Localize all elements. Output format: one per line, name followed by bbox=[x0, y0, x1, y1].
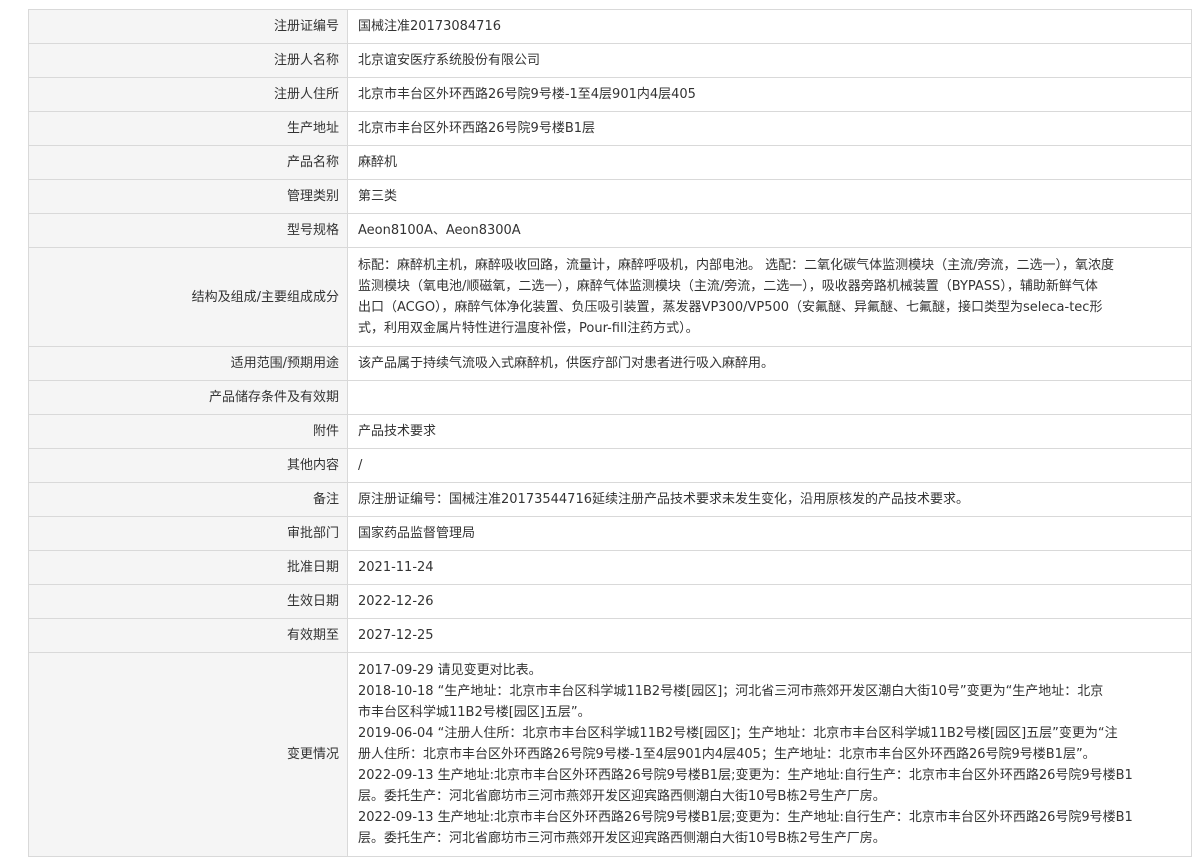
field-value: 该产品属于持续气流吸入式麻醉机，供医疗部门对患者进行吸入麻醉用。 bbox=[347, 346, 1192, 381]
table-row: 生效日期 2022-12-26 bbox=[28, 584, 1192, 619]
registration-detail: 注册证编号 国械注准20173084716 注册人名称 北京谊安医疗系统股份有限公司… bbox=[28, 9, 1192, 857]
table-row: 管理类别 第三类 bbox=[28, 179, 1192, 214]
text-line: 层。委托生产：河北省廊坊市三河市燕郊开发区迎宾路西侧潮白大街10号B栋2号生产厂… bbox=[358, 831, 886, 846]
field-value bbox=[347, 380, 1192, 415]
table-row: 备注 原注册证编号：国械注准20173544716延续注册产品技术要求未发生变化，… bbox=[28, 482, 1192, 517]
registration-table: 注册证编号 国械注准20173084716 注册人名称 北京谊安医疗系统股份有限公司… bbox=[28, 9, 1192, 857]
table-row: 适用范围/预期用途 该产品属于持续气流吸入式麻醉机，供医疗部门对患者进行吸入麻醉用… bbox=[28, 346, 1192, 381]
field-value: / bbox=[347, 448, 1192, 483]
table-row: 附件 产品技术要求 bbox=[28, 414, 1192, 449]
field-value: 北京谊安医疗系统股份有限公司 bbox=[347, 43, 1192, 78]
text-line: 册人住所：北京市丰台区外环西路26号院9号楼-1至4层901内4层405；生产地… bbox=[358, 747, 1096, 762]
table-row: 结构及组成/主要组成成分 标配：麻醉机主机，麻醉吸收回路，流量计，麻醉呼吸机，内… bbox=[28, 247, 1192, 347]
field-label: 附件 bbox=[28, 414, 348, 449]
table-row: 产品名称 麻醉机 bbox=[28, 145, 1192, 180]
text-line: 2017-09-29 请见变更对比表。 bbox=[358, 663, 542, 678]
field-label: 有效期至 bbox=[28, 618, 348, 653]
text-line: 式，利用双金属片特性进行温度补偿，Pour-fill注药方式）。 bbox=[358, 321, 699, 336]
field-label: 生效日期 bbox=[28, 584, 348, 619]
field-value: 北京市丰台区外环西路26号院9号楼-1至4层901内4层405 bbox=[347, 77, 1192, 112]
text-line: 2018-10-18 “生产地址：北京市丰台区科学城11B2号楼[园区]；河北省… bbox=[358, 684, 1104, 699]
field-value: 北京市丰台区外环西路26号院9号楼B1层 bbox=[347, 111, 1192, 146]
field-label: 管理类别 bbox=[28, 179, 348, 214]
field-value: 产品技术要求 bbox=[347, 414, 1192, 449]
table-row: 其他内容 / bbox=[28, 448, 1192, 483]
field-label: 型号规格 bbox=[28, 213, 348, 248]
field-value: 2021-11-24 bbox=[347, 550, 1192, 585]
field-label: 产品储存条件及有效期 bbox=[28, 380, 348, 415]
table-row: 型号规格 Aeon8100A、Aeon8300A bbox=[28, 213, 1192, 248]
field-value: 国械注准20173084716 bbox=[347, 9, 1192, 44]
table-row: 注册人住所 北京市丰台区外环西路26号院9号楼-1至4层901内4层405 bbox=[28, 77, 1192, 112]
table-row: 注册证编号 国械注准20173084716 bbox=[28, 9, 1192, 44]
field-label: 结构及组成/主要组成成分 bbox=[28, 247, 348, 347]
field-value: 麻醉机 bbox=[347, 145, 1192, 180]
text-line: 标配：麻醉机主机，麻醉吸收回路，流量计，麻醉呼吸机，内部电池。 选配：二氧化碳气… bbox=[358, 258, 1115, 273]
table-row: 有效期至 2027-12-25 bbox=[28, 618, 1192, 653]
field-label: 注册人名称 bbox=[28, 43, 348, 78]
field-label: 注册证编号 bbox=[28, 9, 348, 44]
text-line: 监测模块（氧电池/顺磁氧，二选一），麻醉气体监测模块（主流/旁流，二选一），吸收… bbox=[358, 279, 1098, 294]
field-label: 适用范围/预期用途 bbox=[28, 346, 348, 381]
field-value: 2022-12-26 bbox=[347, 584, 1192, 619]
field-value: 2017-09-29 请见变更对比表。 2018-10-18 “生产地址：北京市… bbox=[347, 652, 1192, 857]
field-value: 2027-12-25 bbox=[347, 618, 1192, 653]
field-value: 标配：麻醉机主机，麻醉吸收回路，流量计，麻醉呼吸机，内部电池。 选配：二氧化碳气… bbox=[347, 247, 1192, 347]
table-row: 变更情况 2017-09-29 请见变更对比表。 2018-10-18 “生产地… bbox=[28, 652, 1192, 857]
field-value: 原注册证编号：国械注准20173544716延续注册产品技术要求未发生变化，沿用… bbox=[347, 482, 1192, 517]
table-row: 生产地址 北京市丰台区外环西路26号院9号楼B1层 bbox=[28, 111, 1192, 146]
text-line: 2019-06-04 “注册人住所：北京市丰台区科学城11B2号楼[园区]；生产… bbox=[358, 726, 1118, 741]
table-row: 注册人名称 北京谊安医疗系统股份有限公司 bbox=[28, 43, 1192, 78]
text-line: 层。委托生产：河北省廊坊市三河市燕郊开发区迎宾路西侧潮白大街10号B栋2号生产厂… bbox=[358, 789, 886, 804]
field-label: 生产地址 bbox=[28, 111, 348, 146]
text-line: 出口（ACGO），麻醉气体净化装置、负压吸引装置，蒸发器VP300/VP500（… bbox=[358, 300, 1103, 315]
field-label: 产品名称 bbox=[28, 145, 348, 180]
table-row: 批准日期 2021-11-24 bbox=[28, 550, 1192, 585]
field-label: 审批部门 bbox=[28, 516, 348, 551]
field-label: 批准日期 bbox=[28, 550, 348, 585]
field-value: 国家药品监督管理局 bbox=[347, 516, 1192, 551]
field-label: 备注 bbox=[28, 482, 348, 517]
field-value: 第三类 bbox=[347, 179, 1192, 214]
field-label: 其他内容 bbox=[28, 448, 348, 483]
field-label: 注册人住所 bbox=[28, 77, 348, 112]
table-row: 审批部门 国家药品监督管理局 bbox=[28, 516, 1192, 551]
text-line: 2022-09-13 生产地址:北京市丰台区外环西路26号院9号楼B1层;变更为… bbox=[358, 810, 1133, 825]
table-row: 产品储存条件及有效期 bbox=[28, 380, 1192, 415]
text-line: 市丰台区科学城11B2号楼[园区]五层”。 bbox=[358, 705, 591, 720]
text-line: 2022-09-13 生产地址:北京市丰台区外环西路26号院9号楼B1层;变更为… bbox=[358, 768, 1133, 783]
field-value: Aeon8100A、Aeon8300A bbox=[347, 213, 1192, 248]
field-label: 变更情况 bbox=[28, 652, 348, 857]
